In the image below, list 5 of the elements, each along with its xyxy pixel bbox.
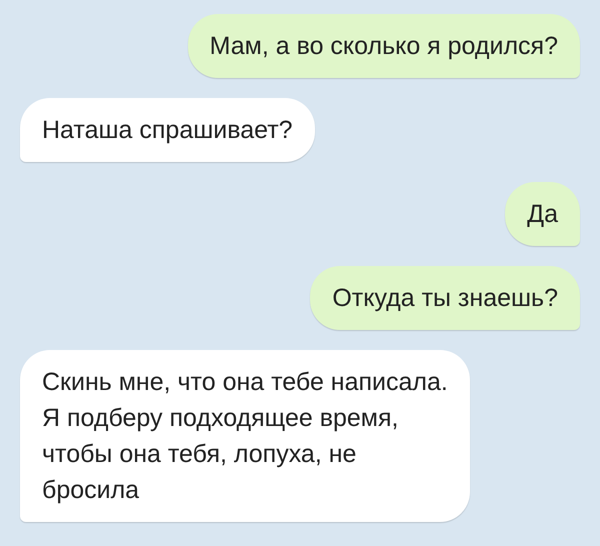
message-bubble: Откуда ты знаешь? (310, 266, 580, 330)
message-bubble: Наташа спрашивает? (20, 98, 315, 162)
message-bubble: Мам, а во сколько я родился? (188, 14, 580, 78)
message-bubble: Да (505, 182, 580, 246)
message-bubble: Скинь мне, что она тебе написала. Я подберу подходящее время, чтобы она тебя, лопуха, не бросила (20, 350, 470, 522)
